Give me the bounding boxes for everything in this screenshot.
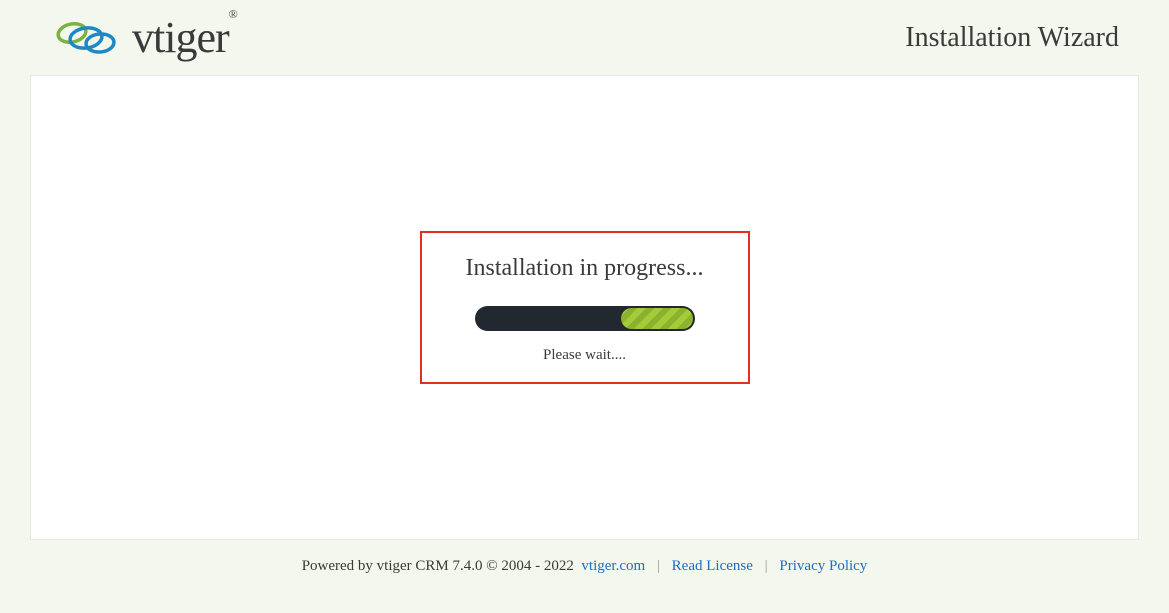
progress-fill — [621, 308, 693, 329]
privacy-policy-link[interactable]: Privacy Policy — [779, 558, 867, 574]
powered-by-text: Powered by vtiger CRM 7.4.0 © 2004 - 202… — [302, 558, 574, 574]
logo-text: vtiger® — [132, 12, 237, 63]
vtiger-logo-icon — [48, 17, 126, 59]
separator: | — [657, 558, 660, 574]
wait-text: Please wait.... — [450, 347, 720, 364]
wizard-title: Installation Wizard — [905, 22, 1119, 54]
logo: vtiger® — [48, 12, 237, 63]
progress-title: Installation in progress... — [450, 255, 720, 282]
content-panel: Installation in progress... Please wait.… — [30, 75, 1139, 540]
vtiger-link[interactable]: vtiger.com — [581, 558, 645, 574]
footer: Powered by vtiger CRM 7.4.0 © 2004 - 202… — [0, 540, 1169, 593]
header: vtiger® Installation Wizard — [0, 0, 1169, 75]
read-license-link[interactable]: Read License — [672, 558, 753, 574]
progress-bar — [475, 306, 695, 331]
progress-box: Installation in progress... Please wait.… — [420, 231, 750, 384]
separator: | — [765, 558, 768, 574]
